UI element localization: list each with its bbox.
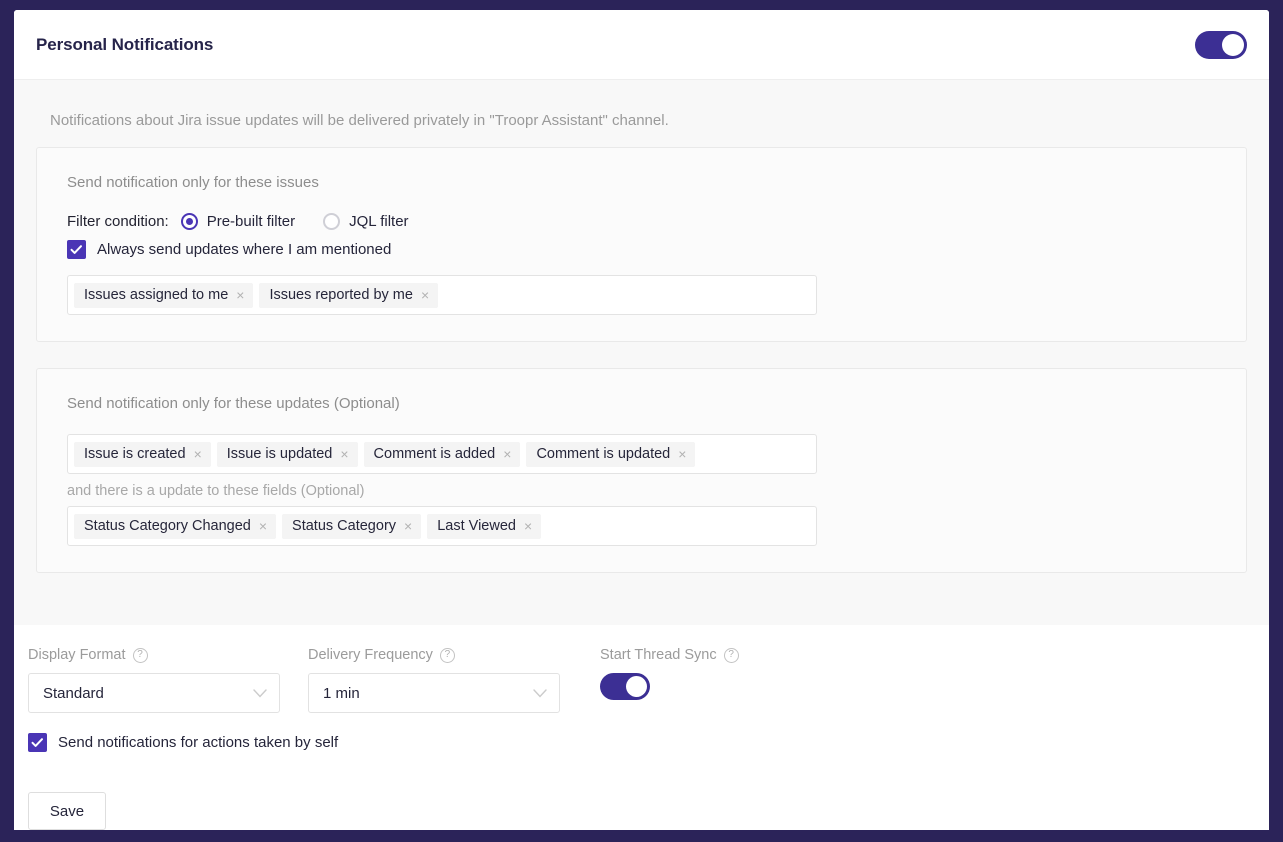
remove-tag-icon[interactable]: × — [678, 447, 686, 461]
display-format-select[interactable]: Standard — [28, 673, 280, 713]
toggle-knob — [626, 676, 647, 697]
app-frame: Personal Notifications Notifications abo… — [0, 0, 1283, 842]
updates-panel-title: Send notification only for these updates… — [67, 395, 400, 412]
radio-option-prebuilt-filter[interactable]: Pre-built filter — [180, 213, 296, 230]
remove-tag-icon[interactable]: × — [340, 447, 348, 461]
save-button[interactable]: Save — [28, 792, 106, 830]
mention-checkbox-row[interactable]: Always send updates where I am mentioned — [67, 240, 1216, 259]
tag-label: Status Category Changed — [84, 517, 251, 534]
tag-chip[interactable]: Status Category × — [282, 513, 422, 539]
tag-chip[interactable]: Last Viewed × — [427, 513, 542, 539]
tag-label: Issue is updated — [226, 445, 333, 462]
master-toggle[interactable] — [1195, 30, 1247, 59]
filter-condition-row: Filter condition: Pre-built filter JQL f… — [67, 213, 1216, 230]
tag-chip[interactable]: Issues assigned to me × — [74, 282, 254, 308]
remove-tag-icon[interactable]: × — [404, 519, 412, 533]
delivery-frequency-value: 1 min — [323, 684, 360, 702]
radio-label: JQL filter — [349, 213, 409, 230]
self-actions-checkbox-container: Send notifications for actions taken by … — [28, 713, 1247, 752]
remove-tag-icon[interactable]: × — [524, 519, 532, 533]
help-icon[interactable]: ? — [132, 647, 148, 663]
tag-label: Last Viewed — [437, 517, 516, 534]
start-thread-sync-group: Start Thread Sync ? — [600, 647, 739, 700]
tag-label: Issues assigned to me — [84, 286, 229, 303]
self-actions-checkbox-row[interactable]: Send notifications for actions taken by … — [28, 733, 1247, 752]
tag-label: Comment is updated — [536, 445, 671, 462]
chevron-down-icon — [533, 686, 547, 701]
toggle-knob — [1222, 33, 1244, 56]
delivery-frequency-select[interactable]: 1 min — [308, 673, 560, 713]
issues-panel-title: Send notification only for these issues — [67, 174, 319, 191]
tag-label: Issues reported by me — [269, 286, 413, 303]
checkmark-icon — [67, 240, 86, 259]
controls-row: Display Format ? Standard Delivery Frequ… — [28, 647, 1247, 713]
remove-tag-icon[interactable]: × — [421, 288, 429, 302]
fields-sub-label: and there is a update to these fields (O… — [67, 483, 365, 499]
card-header: Personal Notifications — [14, 10, 1269, 80]
radio-option-jql-filter[interactable]: JQL filter — [323, 213, 409, 230]
fields-tag-field[interactable]: Status Category Changed × Status Categor… — [67, 506, 817, 546]
display-format-group: Display Format ? Standard — [28, 647, 308, 713]
remove-tag-icon[interactable]: × — [236, 288, 244, 302]
mention-checkbox-label: Always send updates where I am mentioned — [97, 241, 392, 258]
tag-chip[interactable]: Issues reported by me × — [259, 282, 439, 308]
delivery-frequency-group: Delivery Frequency ? 1 min — [308, 647, 600, 713]
updates-tag-field[interactable]: Issue is created × Issue is updated × Co… — [67, 434, 817, 474]
tag-chip[interactable]: Issue is updated × — [216, 441, 358, 467]
tag-chip[interactable]: Issue is created × — [74, 441, 211, 467]
page-title: Personal Notifications — [36, 34, 214, 54]
remove-tag-icon[interactable]: × — [259, 519, 267, 533]
start-thread-sync-label: Start Thread Sync ? — [600, 647, 739, 663]
radio-icon — [180, 213, 198, 230]
tag-label: Status Category — [292, 517, 397, 534]
filter-condition-label: Filter condition: — [67, 213, 169, 230]
display-format-value: Standard — [43, 684, 104, 702]
personal-notifications-card: Personal Notifications Notifications abo… — [14, 10, 1269, 830]
controls-area: Display Format ? Standard Delivery Frequ… — [14, 625, 1269, 830]
remove-tag-icon[interactable]: × — [194, 447, 202, 461]
radio-label: Pre-built filter — [206, 213, 296, 230]
chevron-down-icon — [253, 686, 267, 701]
start-thread-sync-toggle[interactable] — [600, 673, 650, 700]
help-icon[interactable]: ? — [439, 647, 455, 663]
delivery-frequency-label-text: Delivery Frequency — [308, 647, 433, 663]
tag-label: Issue is created — [84, 445, 186, 462]
display-format-label-text: Display Format — [28, 647, 126, 663]
save-row: Save — [28, 768, 1247, 830]
issues-panel: Send notification only for these issues … — [36, 147, 1247, 342]
tag-chip[interactable]: Comment is added × — [363, 441, 521, 467]
tag-chip[interactable]: Status Category Changed × — [74, 513, 277, 539]
checkmark-icon — [28, 733, 47, 752]
self-actions-checkbox-label: Send notifications for actions taken by … — [58, 734, 339, 751]
intro-text: Notifications about Jira issue updates w… — [50, 112, 669, 129]
help-icon[interactable]: ? — [723, 647, 739, 663]
updates-panel: Send notification only for these updates… — [36, 368, 1247, 573]
issues-tag-field[interactable]: Issues assigned to me × Issues reported … — [67, 275, 817, 315]
radio-icon — [323, 213, 341, 230]
display-format-label: Display Format ? — [28, 647, 308, 663]
delivery-frequency-label: Delivery Frequency ? — [308, 647, 600, 663]
tag-label: Comment is added — [373, 445, 496, 462]
card-body: Notifications about Jira issue updates w… — [14, 80, 1269, 625]
tag-chip[interactable]: Comment is updated × — [526, 441, 696, 467]
remove-tag-icon[interactable]: × — [503, 447, 511, 461]
start-thread-sync-label-text: Start Thread Sync — [600, 647, 717, 663]
